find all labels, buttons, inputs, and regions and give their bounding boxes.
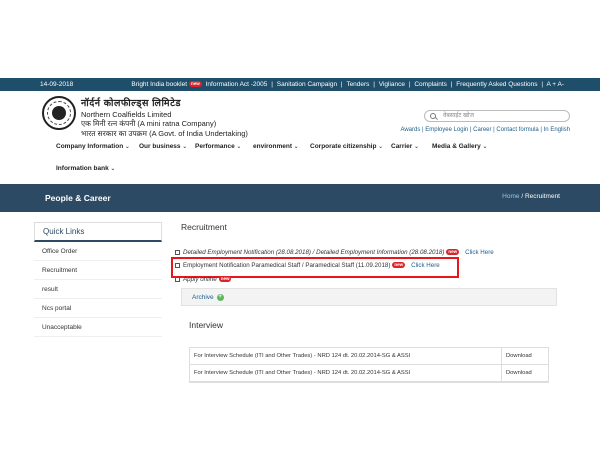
top-link-bright-india[interactable]: Bright India booklet <box>131 81 187 88</box>
nav-performance[interactable]: Performance ⌄ <box>195 143 241 150</box>
highlight-box <box>171 257 459 278</box>
sidebar-item-unacceptable[interactable]: Unacceptable <box>34 318 162 337</box>
org-name-block: नॉर्दर्न कोलफील्ड्स लिमिटेड Northern Coa… <box>81 96 248 139</box>
top-bar: 14-09-2018 Bright India booklet new Infor… <box>0 78 600 91</box>
plus-icon: + <box>216 294 224 301</box>
chevron-down-icon: ⌄ <box>108 166 116 172</box>
search-icon <box>430 113 436 119</box>
top-link-faq[interactable]: Frequently Asked Questions <box>456 81 537 88</box>
search-placeholder: वेबसाईट खोज <box>443 113 474 119</box>
archive-toggle[interactable]: Archive + <box>181 288 557 306</box>
chevron-down-icon: ⌄ <box>412 144 420 150</box>
archive-label: Archive <box>192 294 214 302</box>
search-input[interactable]: वेबसाईट खोज <box>424 110 570 122</box>
quick-links-heading: Quick Links <box>34 222 162 242</box>
nav-information-bank[interactable]: Information bank ⌄ <box>56 165 115 172</box>
download-link[interactable]: Download <box>501 348 536 364</box>
notification-item: Apply online new <box>175 276 233 283</box>
new-badge: new <box>189 81 202 88</box>
top-link-sanitation[interactable]: Sanitation Campaign <box>277 81 337 88</box>
nav-environment[interactable]: environment ⌄ <box>253 143 299 150</box>
table-row: For Interview Schedule (ITI and Other Tr… <box>190 365 548 382</box>
sidebar-item-ncs-portal[interactable]: Ncs portal <box>34 299 162 318</box>
table-cell-description: For Interview Schedule (ITI and Other Tr… <box>194 370 411 376</box>
nav-carrier[interactable]: Carrier ⌄ <box>391 143 419 150</box>
click-here-link[interactable]: Click Here <box>465 249 494 256</box>
chevron-down-icon: ⌄ <box>292 144 299 150</box>
nav-corporate-citizenship[interactable]: Corporate citizenship ⌄ <box>310 143 383 150</box>
download-link[interactable]: Download <box>501 365 536 381</box>
breadcrumb-current: Recruitment <box>524 193 560 200</box>
interview-table: For Interview Schedule (ITI and Other Tr… <box>189 347 549 383</box>
notification-item: Detailed Employment Notification (28.08.… <box>175 249 494 256</box>
section-title-recruitment: Recruitment <box>181 222 227 232</box>
org-tagline-govt: भारत सरकार का उपक्रम (A Govt. of India U… <box>81 129 248 138</box>
org-name-english: Northern Coalfields Limited <box>81 110 172 119</box>
breadcrumb: Home / Recruitment <box>502 193 560 200</box>
sidebar-item-office-order[interactable]: Office Order <box>34 242 162 261</box>
sidebar-item-recruitment[interactable]: Recruitment <box>34 261 162 280</box>
chevron-down-icon: ⌄ <box>234 144 242 150</box>
chevron-down-icon: ⌄ <box>180 144 188 150</box>
top-link-vigilance[interactable]: Vigliance <box>379 81 405 88</box>
top-link-information-act[interactable]: Information Act -2005 <box>206 81 268 88</box>
nav-company-information[interactable]: Company Information ⌄ <box>56 143 130 150</box>
top-link-tenders[interactable]: Tenders <box>346 81 369 88</box>
current-date: 14-09-2018 <box>40 81 74 88</box>
new-badge: new <box>446 249 460 256</box>
notification-text: Detailed Employment Notification (28.08.… <box>183 249 445 256</box>
nav-our-business[interactable]: Our business ⌄ <box>139 143 187 150</box>
section-title-interview: Interview <box>189 320 224 330</box>
breadcrumb-separator: / <box>521 193 524 200</box>
font-size-controls[interactable]: A + A- <box>546 81 564 88</box>
sidebar-item-result[interactable]: result <box>34 280 162 299</box>
org-name-hindi: नॉर्दर्न कोलफील्ड्स लिमिटेड <box>81 98 181 109</box>
chevron-down-icon: ⌄ <box>480 144 488 150</box>
quick-links-sidebar: Quick Links Office Order Recruitment res… <box>34 222 162 337</box>
table-row: For Interview Schedule (ITI and Other Tr… <box>190 348 548 365</box>
page-header-band: People & Career Home / Recruitment <box>0 184 600 212</box>
coal-india-logo[interactable] <box>42 96 76 130</box>
bullet-square-icon <box>175 249 180 255</box>
chevron-down-icon: ⌄ <box>123 144 130 150</box>
org-tagline-mini-ratna: एक मिनी रत्न कंपनी (A mini ratna Company… <box>81 119 217 128</box>
chevron-down-icon: ⌄ <box>376 144 384 150</box>
top-links: Bright India booklet new Information Act … <box>131 81 564 88</box>
page-title: People & Career <box>45 193 111 203</box>
new-badge: new <box>218 276 232 283</box>
nav-media-gallery[interactable]: Media & Gallery ⌄ <box>432 143 487 150</box>
utility-links[interactable]: Awards | Employee Login | Career | Conta… <box>400 127 570 133</box>
top-link-complaints[interactable]: Complaints <box>414 81 447 88</box>
breadcrumb-home[interactable]: Home <box>502 193 519 200</box>
bullet-square-icon <box>175 276 180 282</box>
notification-text[interactable]: Apply online <box>183 276 217 283</box>
table-cell-description: For Interview Schedule (ITI and Other Tr… <box>194 353 411 359</box>
